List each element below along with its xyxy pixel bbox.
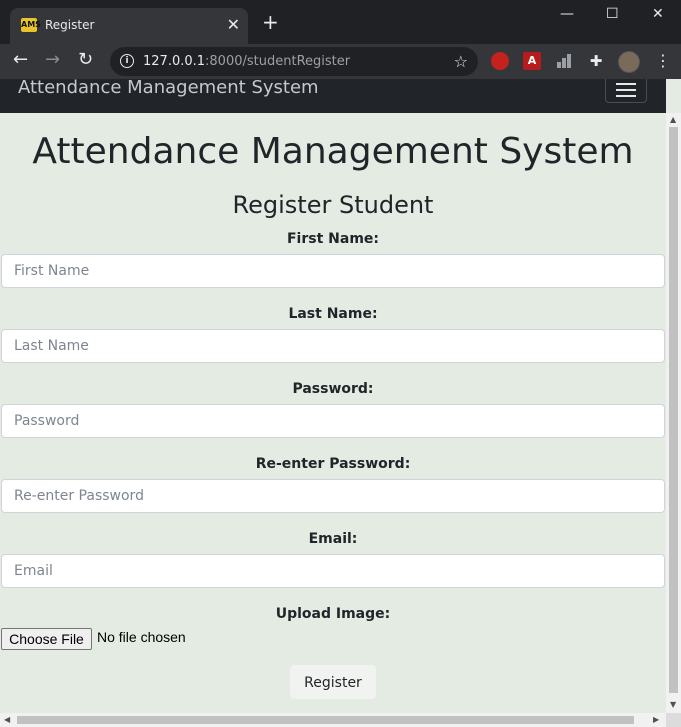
close-window-icon[interactable]: ✕ — [652, 6, 664, 22]
scroll-up-icon[interactable]: ▲ — [670, 116, 676, 124]
reload-icon[interactable]: ↻ — [78, 50, 93, 70]
browser-toolbar: ← → ↻ i 127.0.0.1:8000/studentRegister ☆… — [0, 44, 681, 79]
vertical-scrollbar[interactable]: ▲ ▼ — [666, 113, 681, 713]
vertical-scroll-thumb[interactable] — [669, 127, 678, 693]
scrollbar-corner — [666, 713, 681, 727]
password-label: Password: — [292, 381, 374, 397]
choose-file-button[interactable]: Choose File — [1, 628, 92, 650]
hamburger-menu-icon — [616, 83, 636, 85]
page-title: Attendance Management System — [32, 131, 634, 172]
last-name-input[interactable] — [1, 329, 665, 363]
pdf-extension-icon[interactable]: A — [523, 52, 541, 70]
horizontal-scroll-thumb[interactable] — [17, 716, 634, 724]
profile-avatar[interactable] — [618, 51, 640, 73]
chart-extension-icon[interactable] — [555, 52, 573, 70]
site-info-icon[interactable]: i — [120, 54, 134, 68]
navbar-brand[interactable]: Attendance Management System — [18, 79, 319, 97]
back-icon[interactable]: ← — [13, 50, 28, 70]
navbar-toggler[interactable] — [605, 79, 647, 103]
scroll-left-icon[interactable]: ◀ — [4, 716, 10, 724]
close-tab-icon[interactable]: ✕ — [227, 15, 240, 34]
page-viewport: Attendance Management System Attendance … — [0, 79, 681, 727]
adblock-extension-icon[interactable] — [491, 52, 509, 70]
email-input[interactable] — [1, 554, 665, 588]
forward-icon[interactable]: → — [45, 50, 60, 70]
reenter-password-input[interactable] — [1, 479, 665, 513]
browser-menu-icon[interactable]: ⋮ — [655, 51, 671, 70]
minimize-icon[interactable]: — — [560, 6, 574, 22]
scroll-down-icon[interactable]: ▼ — [670, 701, 676, 709]
register-form: Attendance Management System Register St… — [0, 113, 666, 713]
first-name-input[interactable] — [1, 254, 665, 288]
tab-title: Register — [45, 18, 95, 32]
browser-tab[interactable]: AMS Register ✕ — [10, 8, 248, 44]
file-status-text: No file chosen — [97, 629, 186, 645]
horizontal-scrollbar[interactable]: ◀ ▶ — [0, 713, 666, 727]
reenter-password-label: Re-enter Password: — [255, 456, 411, 472]
register-button[interactable]: Register — [290, 665, 376, 699]
extensions-puzzle-icon[interactable]: ✚ — [587, 52, 605, 70]
navbar: Attendance Management System — [0, 79, 666, 113]
url-text: 127.0.0.1:8000/studentRegister — [143, 54, 351, 69]
scroll-right-icon[interactable]: ▶ — [653, 716, 659, 724]
email-label: Email: — [308, 531, 358, 547]
address-bar[interactable]: i 127.0.0.1:8000/studentRegister ☆ — [110, 47, 478, 76]
bookmark-star-icon[interactable]: ☆ — [454, 52, 468, 71]
tab-strip: AMS Register ✕ + — ☐ ✕ — [0, 0, 681, 44]
upload-image-label: Upload Image: — [275, 606, 391, 622]
form-heading: Register Student — [232, 191, 434, 219]
maximize-icon[interactable]: ☐ — [606, 6, 619, 22]
password-input[interactable] — [1, 404, 665, 438]
favicon-icon: AMS — [21, 18, 41, 32]
last-name-label: Last Name: — [288, 306, 378, 322]
first-name-label: First Name: — [286, 231, 379, 247]
new-tab-icon[interactable]: + — [262, 12, 279, 32]
